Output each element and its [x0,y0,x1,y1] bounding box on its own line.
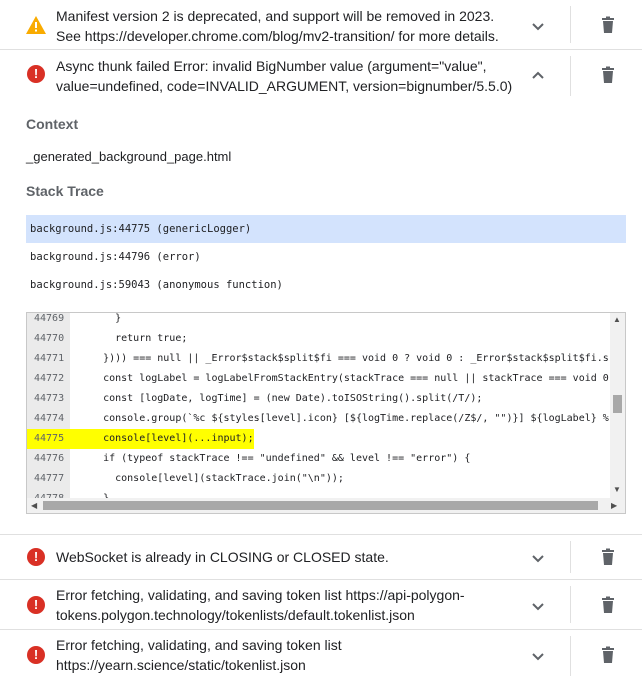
code-text: console.group(`%c ${styles[level].icon} … [79,413,609,424]
vertical-scrollbar[interactable]: ▲ ▼ [610,313,625,499]
trash-icon[interactable] [597,644,619,666]
trash-icon[interactable] [597,594,619,616]
trash-icon[interactable] [597,64,619,86]
stack-frame[interactable]: background.js:59043 (anonymous function) [26,271,626,299]
scroll-left-arrow-icon[interactable]: ◀ [31,501,37,510]
scroll-down-arrow-icon[interactable]: ▼ [613,485,621,494]
code-text: const [logDate, logTime] = (new Date).to… [79,393,483,404]
error-icon: ! [25,594,47,616]
divider [570,636,571,676]
line-number: 44775 [27,429,64,449]
scroll-up-arrow-icon[interactable]: ▲ [613,315,621,324]
code-line: 44776 if (typeof stackTrace !== "undefin… [27,449,610,469]
error-item: Manifest version 2 is deprecated, and su… [0,0,642,50]
warning-icon [25,14,47,36]
error-item: ! WebSocket is already in CLOSING or CLO… [0,534,642,580]
line-number: 44769 [34,313,65,324]
error-item: ! Error fetching, validating, and saving… [0,580,642,630]
code-line: 44773 const [logDate, logTime] = (new Da… [27,389,610,409]
divider [570,6,571,43]
code-line: 44770 return true; [27,329,610,349]
horizontal-scrollbar[interactable]: ◀ ▶ [27,498,625,513]
vertical-scroll-thumb[interactable] [613,395,622,413]
code-line: 44772 const logLabel = logLabelFromStack… [27,369,610,389]
chevron-down-icon[interactable] [527,595,549,617]
code-line: 44769 } [27,313,610,329]
error-message: Manifest version 2 is deprecated, and su… [56,8,499,44]
code-text: }))) === null || _Error$stack$split$fi =… [79,353,609,364]
line-number: 44770 [34,333,65,344]
chevron-down-icon[interactable] [527,547,549,569]
scroll-right-arrow-icon[interactable]: ▶ [611,501,617,510]
code-line: 44775 console[level](...input); [27,429,610,449]
chevron-down-icon[interactable] [527,15,549,37]
line-number: 44776 [34,453,65,464]
error-item: ! Error fetching, validating, and saving… [0,630,642,682]
divider [570,541,571,573]
stack-frame[interactable]: background.js:44775 (genericLogger) [26,215,626,243]
chevron-down-icon[interactable] [527,645,549,667]
divider [570,586,571,623]
context-heading: Context [26,116,79,132]
error-icon: ! [25,644,47,666]
error-message: Async thunk failed Error: invalid BigNum… [56,58,513,94]
horizontal-scroll-thumb[interactable] [43,501,598,510]
error-item: ! Async thunk failed Error: invalid BigN… [0,50,642,102]
line-number: 44771 [34,353,65,364]
stack-frame[interactable]: background.js:44796 (error) [26,243,626,271]
error-message: Error fetching, validating, and saving t… [56,637,342,673]
line-number: 44777 [34,473,65,484]
error-message: WebSocket is already in CLOSING or CLOSE… [56,549,389,565]
error-message: Error fetching, validating, and saving t… [56,587,465,623]
code-text: console[level](...input); [64,429,254,449]
divider [570,56,571,96]
error-icon: ! [25,63,47,85]
error-icon: ! [25,546,47,568]
code-line: 44771 }))) === null || _Error$stack$spli… [27,349,610,369]
code-text: } [79,313,122,324]
trash-icon[interactable] [597,546,619,568]
code-viewer[interactable]: 44769 } 44770 return true; 44771 }))) === … [26,312,626,514]
code-text: const logLabel = logLabelFromStackEntry(… [79,373,609,384]
code-text: return true; [79,333,188,344]
context-value: _generated_background_page.html [26,149,232,164]
line-number: 44772 [34,373,65,384]
line-number: 44774 [34,413,65,424]
trash-icon[interactable] [597,14,619,36]
chevron-up-icon[interactable] [527,65,549,87]
stack-trace-heading: Stack Trace [26,183,104,199]
code-line: 44774 console.group(`%c ${styles[level].… [27,409,610,429]
code-line: 44777 console[level](stackTrace.join("\n… [27,469,610,489]
line-number: 44773 [34,393,65,404]
code-text: console[level](stackTrace.join("\n")); [79,473,344,484]
code-text: if (typeof stackTrace !== "undefined" &&… [79,453,471,464]
